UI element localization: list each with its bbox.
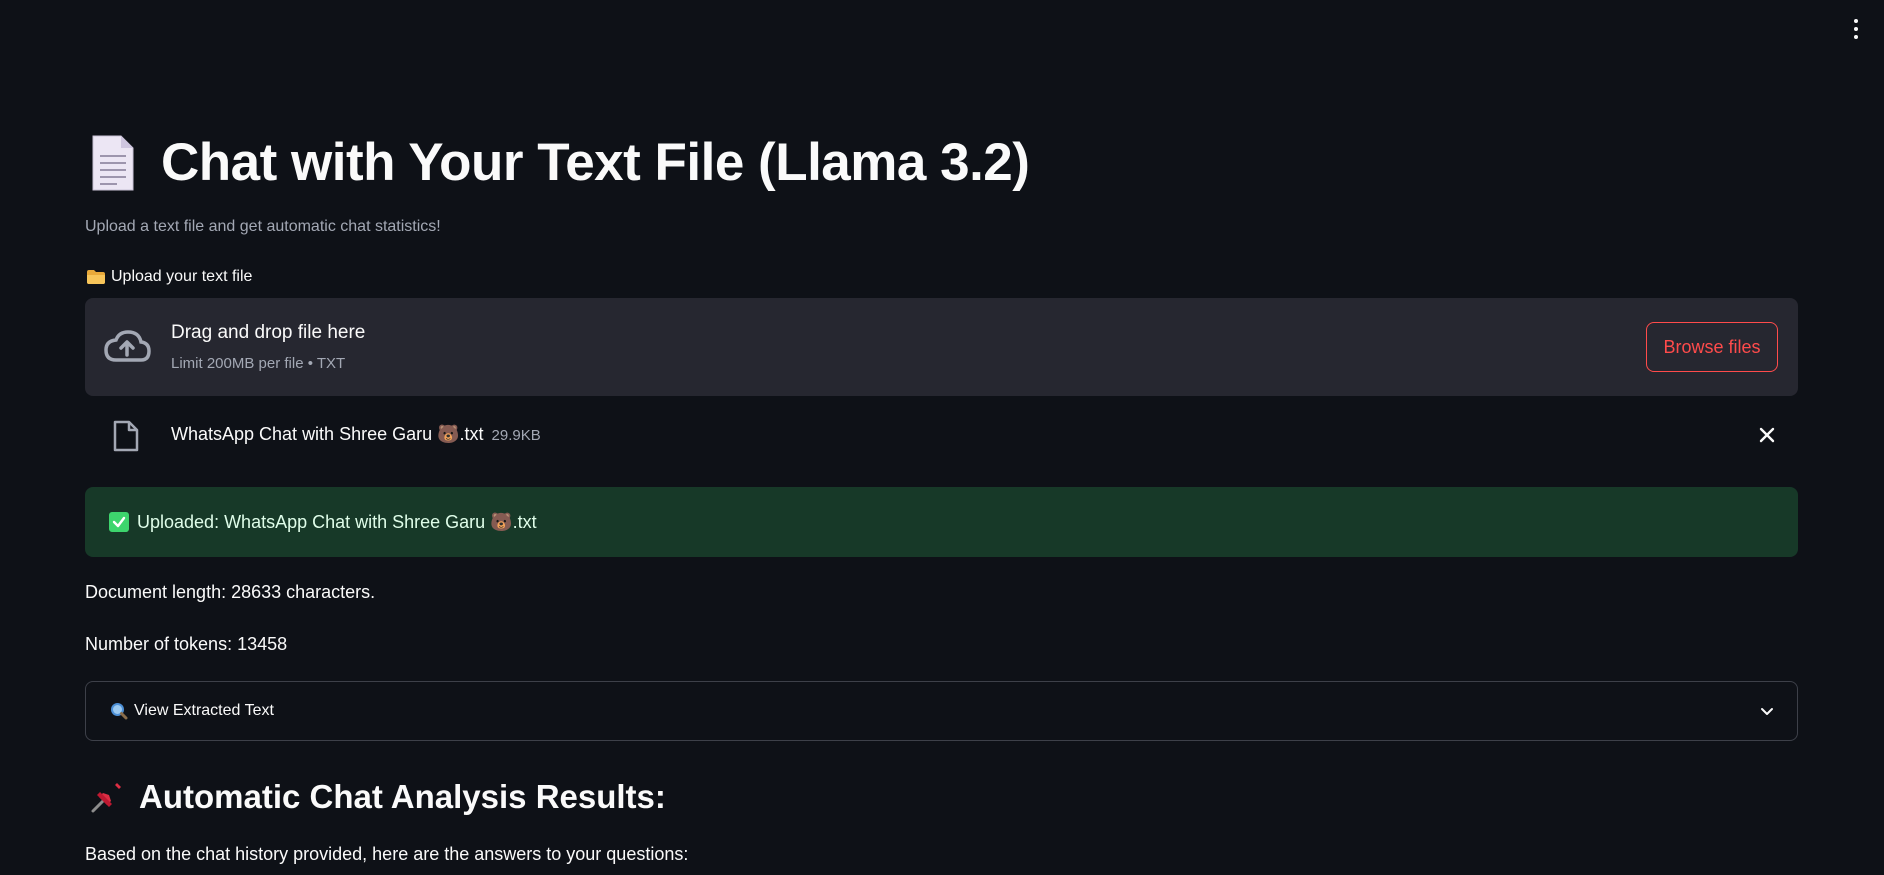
close-icon[interactable] — [1756, 424, 1778, 446]
chevron-down-icon[interactable] — [1759, 703, 1775, 719]
results-heading: Automatic Chat Analysis Results: — [139, 778, 666, 815]
pushpin-icon — [91, 783, 121, 813]
upload-label: Upload your text file — [87, 268, 252, 286]
search-icon — [111, 703, 128, 720]
cloud-upload-icon — [104, 330, 151, 362]
expander-label: View Extracted Text — [134, 702, 274, 719]
uploaded-file-name: WhatsApp Chat with Shree Garu 🐻.txt 29.9K… — [171, 424, 541, 445]
success-message: Uploaded: WhatsApp Chat with Shree Garu … — [137, 511, 537, 532]
browse-files-button[interactable]: Browse files — [1646, 322, 1778, 372]
dropzone-limit: Limit 200MB per file • TXT — [171, 355, 346, 372]
success-alert: Uploaded: WhatsApp Chat with Shree Garu … — [85, 487, 1798, 557]
app-root: Chat with Your Text File (Llama 3.2) Upl… — [0, 0, 1884, 875]
results-header: Automatic Chat Analysis Results: — [89, 778, 666, 816]
dropzone-title: Drag and drop file here — [171, 322, 366, 343]
check-icon — [109, 512, 129, 532]
document-length: Document length: 28633 characters. — [85, 582, 376, 602]
document-icon — [92, 135, 134, 191]
file-name-text: WhatsApp Chat with Shree Garu 🐻.txt — [171, 424, 484, 444]
token-count: Number of tokens: 13458 — [85, 634, 288, 654]
view-extracted-text-expander[interactable]: View Extracted Text — [85, 681, 1798, 741]
folder-icon — [87, 270, 105, 284]
file-dropzone[interactable]: Drag and drop file here Limit 200MB per … — [85, 298, 1798, 396]
upload-label-text: Upload your text file — [111, 268, 253, 285]
page-subtitle: Upload a text file and get automatic cha… — [85, 218, 441, 235]
results-intro: Based on the chat history provided, here… — [85, 844, 689, 864]
uploaded-file-row: WhatsApp Chat with Shree Garu 🐻.txt 29.9K… — [85, 418, 1798, 454]
file-size: 29.9KB — [491, 427, 541, 444]
page-header: Chat with Your Text File (Llama 3.2) — [91, 128, 1030, 198]
page-title: Chat with Your Text File (Llama 3.2) — [161, 133, 1030, 192]
file-icon — [113, 420, 139, 452]
kebab-menu-icon[interactable] — [1846, 16, 1866, 42]
